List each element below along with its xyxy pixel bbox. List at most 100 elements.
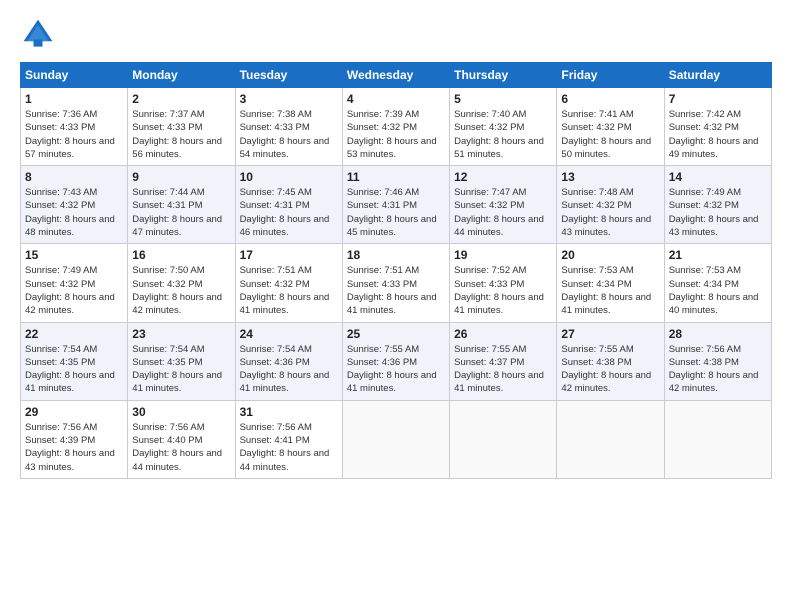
page: SundayMondayTuesdayWednesdayThursdayFrid… [0, 0, 792, 612]
calendar-cell: 13 Sunrise: 7:48 AMSunset: 4:32 PMDayligh… [557, 166, 664, 244]
calendar-cell: 21 Sunrise: 7:53 AMSunset: 4:34 PMDayligh… [664, 244, 771, 322]
weekday-sunday: Sunday [21, 63, 128, 88]
calendar-cell: 17 Sunrise: 7:51 AMSunset: 4:32 PMDayligh… [235, 244, 342, 322]
day-number: 4 [347, 92, 445, 106]
day-number: 22 [25, 327, 123, 341]
calendar-cell: 22 Sunrise: 7:54 AMSunset: 4:35 PMDayligh… [21, 322, 128, 400]
day-number: 3 [240, 92, 338, 106]
day-info: Sunrise: 7:47 AMSunset: 4:32 PMDaylight:… [454, 186, 552, 239]
day-info: Sunrise: 7:56 AMSunset: 4:41 PMDaylight:… [240, 421, 338, 474]
calendar-cell: 3 Sunrise: 7:38 AMSunset: 4:33 PMDaylight… [235, 88, 342, 166]
calendar-cell: 9 Sunrise: 7:44 AMSunset: 4:31 PMDaylight… [128, 166, 235, 244]
calendar-cell: 10Sunrise: 7:45 AMSunset: 4:31 PMDayligh… [235, 166, 342, 244]
day-info: Sunrise: 7:56 AMSunset: 4:39 PMDaylight:… [25, 421, 123, 474]
calendar-cell: 4 Sunrise: 7:39 AMSunset: 4:32 PMDaylight… [342, 88, 449, 166]
logo-icon [20, 16, 56, 52]
day-number: 25 [347, 327, 445, 341]
calendar-cell: 24 Sunrise: 7:54 AMSunset: 4:36 PMDayligh… [235, 322, 342, 400]
day-number: 11 [347, 170, 445, 184]
day-number: 10 [240, 170, 338, 184]
calendar-cell: 29 Sunrise: 7:56 AMSunset: 4:39 PMDayligh… [21, 400, 128, 478]
calendar-cell: 30Sunrise: 7:56 AMSunset: 4:40 PMDayligh… [128, 400, 235, 478]
calendar-cell: 15Sunrise: 7:49 AMSunset: 4:32 PMDayligh… [21, 244, 128, 322]
day-info: Sunrise: 7:49 AMSunset: 4:32 PMDaylight:… [669, 186, 767, 239]
day-number: 20 [561, 248, 659, 262]
day-number: 15 [25, 248, 123, 262]
calendar-cell: 16 Sunrise: 7:50 AMSunset: 4:32 PMDayligh… [128, 244, 235, 322]
calendar-cell: 11Sunrise: 7:46 AMSunset: 4:31 PMDayligh… [342, 166, 449, 244]
weekday-header-row: SundayMondayTuesdayWednesdayThursdayFrid… [21, 63, 772, 88]
calendar-cell [450, 400, 557, 478]
calendar-cell: 23 Sunrise: 7:54 AMSunset: 4:35 PMDayligh… [128, 322, 235, 400]
week-row-3: 15Sunrise: 7:49 AMSunset: 4:32 PMDayligh… [21, 244, 772, 322]
calendar-cell: 12Sunrise: 7:47 AMSunset: 4:32 PMDayligh… [450, 166, 557, 244]
day-number: 24 [240, 327, 338, 341]
calendar-cell: 8 Sunrise: 7:43 AMSunset: 4:32 PMDaylight… [21, 166, 128, 244]
logo [20, 16, 60, 52]
week-row-4: 22 Sunrise: 7:54 AMSunset: 4:35 PMDayligh… [21, 322, 772, 400]
calendar-cell: 14 Sunrise: 7:49 AMSunset: 4:32 PMDayligh… [664, 166, 771, 244]
calendar-cell: 25 Sunrise: 7:55 AMSunset: 4:36 PMDayligh… [342, 322, 449, 400]
day-info: Sunrise: 7:48 AMSunset: 4:32 PMDaylight:… [561, 186, 659, 239]
weekday-thursday: Thursday [450, 63, 557, 88]
calendar-cell: 31 Sunrise: 7:56 AMSunset: 4:41 PMDayligh… [235, 400, 342, 478]
day-info: Sunrise: 7:44 AMSunset: 4:31 PMDaylight:… [132, 186, 230, 239]
calendar-cell [557, 400, 664, 478]
day-number: 8 [25, 170, 123, 184]
day-number: 14 [669, 170, 767, 184]
day-number: 16 [132, 248, 230, 262]
day-info: Sunrise: 7:55 AMSunset: 4:36 PMDaylight:… [347, 343, 445, 396]
weekday-tuesday: Tuesday [235, 63, 342, 88]
calendar-cell: 1Sunrise: 7:36 AMSunset: 4:33 PMDaylight… [21, 88, 128, 166]
day-number: 31 [240, 405, 338, 419]
weekday-saturday: Saturday [664, 63, 771, 88]
day-info: Sunrise: 7:54 AMSunset: 4:35 PMDaylight:… [25, 343, 123, 396]
day-info: Sunrise: 7:55 AMSunset: 4:37 PMDaylight:… [454, 343, 552, 396]
day-number: 29 [25, 405, 123, 419]
day-number: 2 [132, 92, 230, 106]
calendar-cell: 2 Sunrise: 7:37 AMSunset: 4:33 PMDaylight… [128, 88, 235, 166]
day-number: 9 [132, 170, 230, 184]
day-number: 27 [561, 327, 659, 341]
day-number: 18 [347, 248, 445, 262]
day-number: 5 [454, 92, 552, 106]
day-number: 23 [132, 327, 230, 341]
calendar-cell: 7Sunrise: 7:42 AMSunset: 4:32 PMDaylight… [664, 88, 771, 166]
calendar-cell: 20 Sunrise: 7:53 AMSunset: 4:34 PMDayligh… [557, 244, 664, 322]
calendar-cell [342, 400, 449, 478]
calendar-table: SundayMondayTuesdayWednesdayThursdayFrid… [20, 62, 772, 479]
day-info: Sunrise: 7:38 AMSunset: 4:33 PMDaylight:… [240, 108, 338, 161]
day-number: 28 [669, 327, 767, 341]
day-number: 17 [240, 248, 338, 262]
calendar-cell: 19Sunrise: 7:52 AMSunset: 4:33 PMDayligh… [450, 244, 557, 322]
day-info: Sunrise: 7:53 AMSunset: 4:34 PMDaylight:… [669, 264, 767, 317]
day-info: Sunrise: 7:54 AMSunset: 4:36 PMDaylight:… [240, 343, 338, 396]
day-info: Sunrise: 7:55 AMSunset: 4:38 PMDaylight:… [561, 343, 659, 396]
day-number: 21 [669, 248, 767, 262]
day-info: Sunrise: 7:37 AMSunset: 4:33 PMDaylight:… [132, 108, 230, 161]
day-info: Sunrise: 7:43 AMSunset: 4:32 PMDaylight:… [25, 186, 123, 239]
day-info: Sunrise: 7:50 AMSunset: 4:32 PMDaylight:… [132, 264, 230, 317]
day-info: Sunrise: 7:39 AMSunset: 4:32 PMDaylight:… [347, 108, 445, 161]
day-info: Sunrise: 7:36 AMSunset: 4:33 PMDaylight:… [25, 108, 123, 161]
calendar-cell: 6Sunrise: 7:41 AMSunset: 4:32 PMDaylight… [557, 88, 664, 166]
day-info: Sunrise: 7:51 AMSunset: 4:33 PMDaylight:… [347, 264, 445, 317]
day-number: 26 [454, 327, 552, 341]
calendar-cell: 28 Sunrise: 7:56 AMSunset: 4:38 PMDayligh… [664, 322, 771, 400]
weekday-friday: Friday [557, 63, 664, 88]
weekday-monday: Monday [128, 63, 235, 88]
week-row-1: 1Sunrise: 7:36 AMSunset: 4:33 PMDaylight… [21, 88, 772, 166]
day-info: Sunrise: 7:56 AMSunset: 4:38 PMDaylight:… [669, 343, 767, 396]
day-number: 13 [561, 170, 659, 184]
calendar-cell: 26 Sunrise: 7:55 AMSunset: 4:37 PMDayligh… [450, 322, 557, 400]
day-info: Sunrise: 7:52 AMSunset: 4:33 PMDaylight:… [454, 264, 552, 317]
day-info: Sunrise: 7:53 AMSunset: 4:34 PMDaylight:… [561, 264, 659, 317]
weekday-wednesday: Wednesday [342, 63, 449, 88]
week-row-5: 29 Sunrise: 7:56 AMSunset: 4:39 PMDayligh… [21, 400, 772, 478]
header [20, 16, 772, 52]
day-info: Sunrise: 7:51 AMSunset: 4:32 PMDaylight:… [240, 264, 338, 317]
day-number: 7 [669, 92, 767, 106]
calendar-cell: 27 Sunrise: 7:55 AMSunset: 4:38 PMDayligh… [557, 322, 664, 400]
day-number: 6 [561, 92, 659, 106]
day-info: Sunrise: 7:54 AMSunset: 4:35 PMDaylight:… [132, 343, 230, 396]
